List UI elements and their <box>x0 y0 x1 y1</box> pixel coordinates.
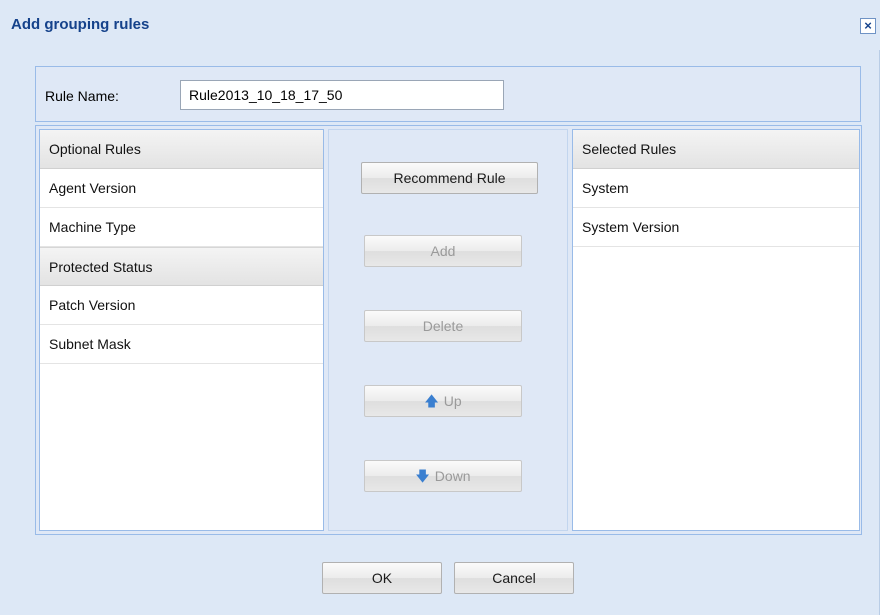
selected-rule-item[interactable]: System Version <box>573 208 859 247</box>
selected-rules-header: Selected Rules <box>573 130 859 169</box>
delete-button[interactable]: Delete <box>364 310 522 342</box>
up-button-label: Up <box>443 393 462 409</box>
ok-button[interactable]: OK <box>322 562 442 594</box>
rule-name-label: Rule Name: <box>45 88 119 104</box>
rules-panels: Optional Rules Agent Version Machine Typ… <box>35 125 862 535</box>
add-grouping-rules-dialog: Add grouping rules × Rule Name: Optional… <box>0 0 880 615</box>
add-button[interactable]: Add <box>364 235 522 267</box>
down-button[interactable]: 🡇 Down <box>364 460 522 492</box>
optional-rule-item[interactable]: Agent Version <box>40 169 323 208</box>
rule-name-input[interactable] <box>180 80 504 110</box>
dialog-titlebar: Add grouping rules × <box>0 0 880 50</box>
optional-rule-item[interactable]: Subnet Mask <box>40 325 323 364</box>
close-icon[interactable]: × <box>860 18 876 34</box>
optional-rule-item[interactable]: Patch Version <box>40 286 323 325</box>
selected-rules-list: Selected Rules System System Version <box>572 129 860 531</box>
cancel-button[interactable]: Cancel <box>454 562 574 594</box>
down-button-label: Down <box>434 468 471 484</box>
selected-rule-item[interactable]: System <box>573 169 859 208</box>
up-button[interactable]: 🡅 Up <box>364 385 522 417</box>
optional-rules-header: Optional Rules <box>40 130 323 169</box>
optional-rule-item[interactable]: Machine Type <box>40 208 323 247</box>
down-arrow-icon: 🡇 <box>415 468 430 484</box>
rule-name-bar: Rule Name: <box>35 66 861 122</box>
recommend-rule-button[interactable]: Recommend Rule <box>361 162 538 194</box>
rule-actions-panel: Recommend Rule Add Delete 🡅 Up 🡇 Down <box>328 129 568 531</box>
optional-rules-list: Optional Rules Agent Version Machine Typ… <box>39 129 324 531</box>
up-arrow-icon: 🡅 <box>424 393 439 409</box>
optional-rule-item-selected[interactable]: Protected Status <box>40 247 323 286</box>
dialog-title: Add grouping rules <box>11 16 150 33</box>
